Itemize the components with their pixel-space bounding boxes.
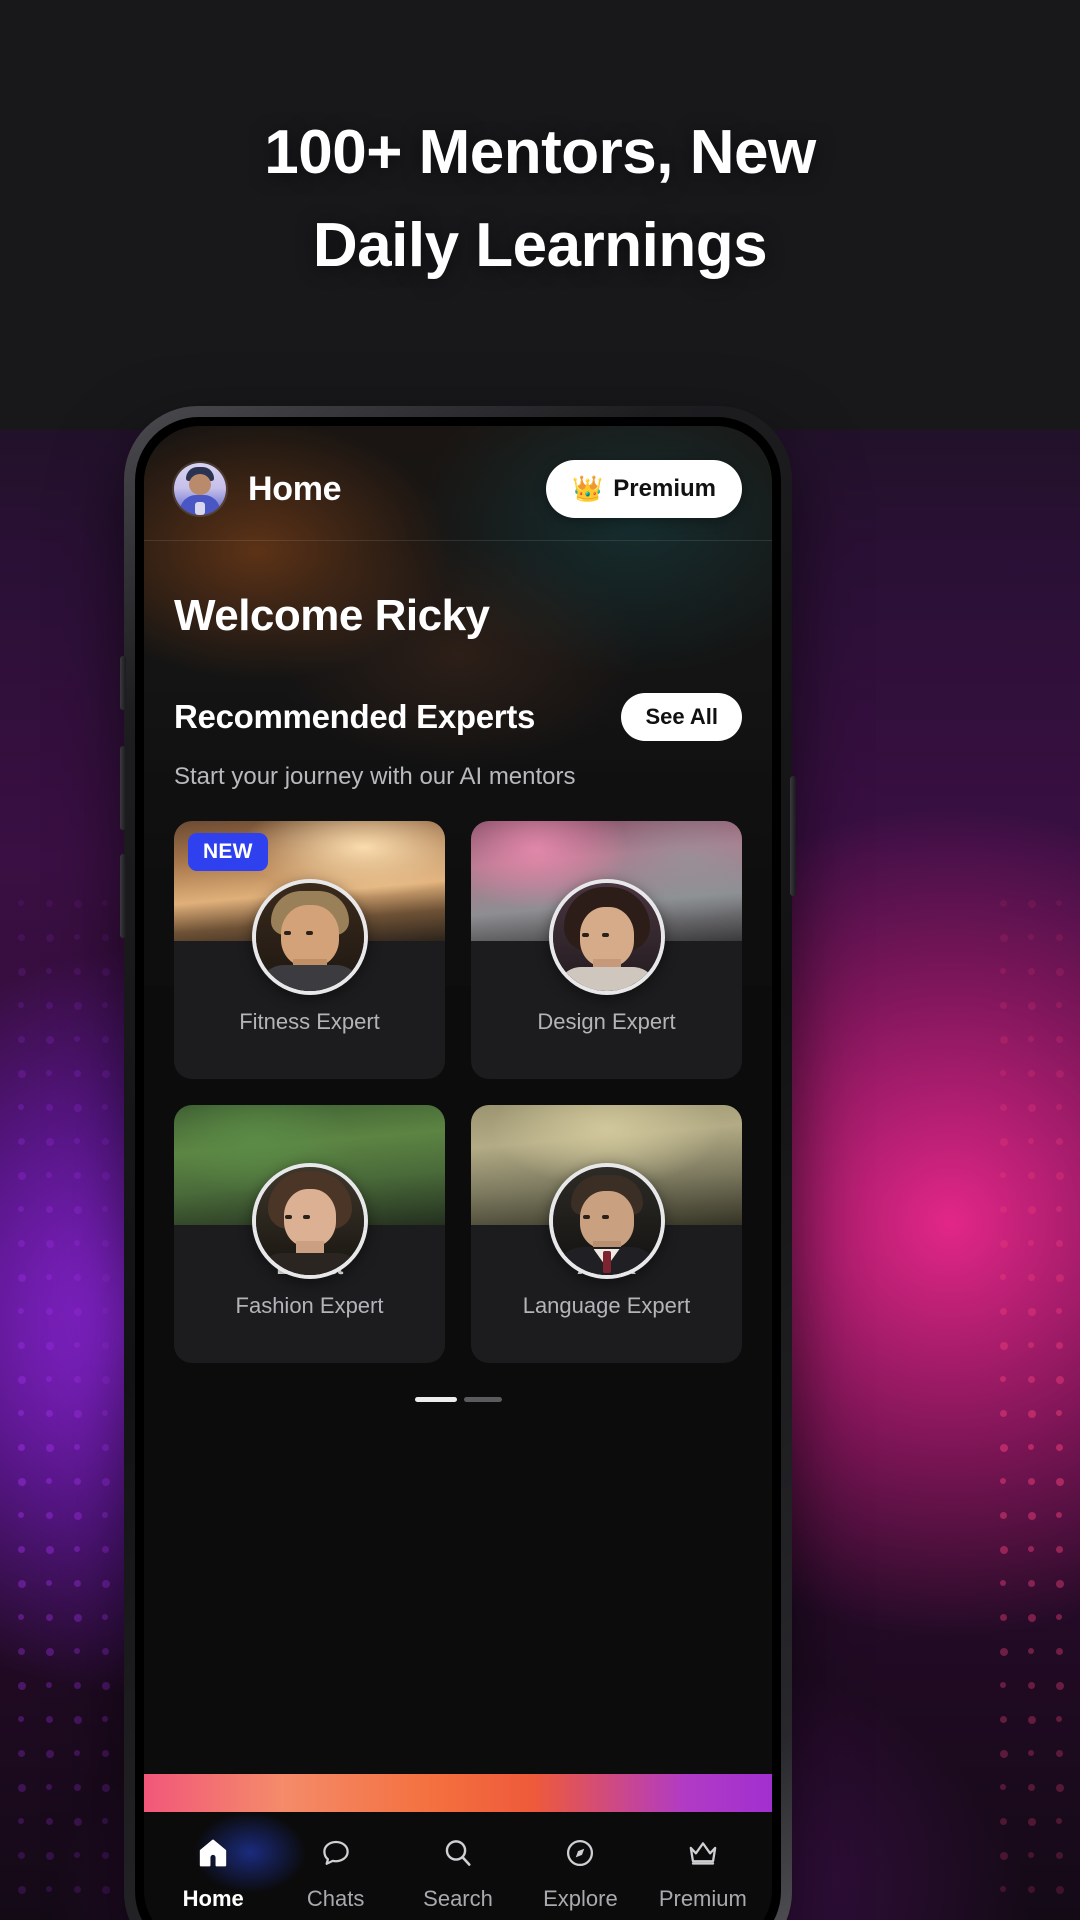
new-badge: NEW — [188, 833, 268, 871]
carousel-pagination — [174, 1397, 742, 1402]
headline-line-1: 100+ Mentors, New — [264, 118, 816, 187]
app-content: Welcome Ricky Recommended Experts See Al… — [144, 541, 772, 1774]
page-title: Home — [248, 469, 342, 508]
tab-label: Home — [182, 1886, 244, 1911]
promo-headline: 100+ Mentors, New Daily Learnings — [0, 106, 1080, 292]
phone-power-button — [790, 776, 796, 896]
premium-button[interactable]: 👑 Premium — [546, 460, 742, 518]
phone-volume-up-button — [120, 746, 126, 830]
expert-role: Language Expert — [522, 1293, 691, 1318]
crown-icon — [684, 1834, 722, 1872]
section-title: Recommended Experts — [174, 698, 536, 735]
phone-mockup: Home 👑 Premium Welcome Ricky Recommended… — [120, 406, 796, 1920]
tab-explore[interactable]: Explore — [519, 1834, 641, 1912]
tab-label: Search — [423, 1886, 493, 1911]
expert-avatar — [548, 1163, 665, 1279]
avatar-art — [552, 883, 661, 991]
expert-role: Fitness Expert — [239, 1009, 380, 1034]
tab-label: Chats — [306, 1886, 365, 1911]
headline-line-2: Daily Learnings — [312, 211, 768, 280]
welcome-heading: Welcome Ricky — [174, 591, 490, 640]
avatar-art — [255, 1167, 364, 1275]
see-all-button[interactable]: See All — [621, 693, 742, 741]
home-icon — [194, 1834, 232, 1872]
expert-avatar — [251, 879, 368, 995]
search-icon — [439, 1834, 477, 1872]
tab-label: Explore — [543, 1886, 618, 1911]
tab-search[interactable]: Search — [397, 1834, 519, 1912]
phone-volume-down-button — [120, 854, 126, 938]
phone-bezel: Home 👑 Premium Welcome Ricky Recommended… — [135, 417, 781, 1920]
pagination-dot[interactable] — [463, 1397, 502, 1402]
pagination-dot-active[interactable] — [414, 1397, 457, 1402]
gradient-divider — [144, 1774, 772, 1812]
bottom-navigation: Home Chats Search Explore Premium — [144, 1806, 772, 1920]
expert-card[interactable]: Eva Design Expert — [471, 821, 742, 1079]
tab-home[interactable]: Home — [152, 1834, 274, 1912]
app-header: Home 👑 Premium — [144, 426, 772, 541]
crown-icon: 👑 — [572, 474, 604, 503]
expert-avatar — [251, 1163, 368, 1279]
expert-avatar — [548, 879, 665, 995]
expert-card[interactable]: Luna Fashion Expert — [174, 1105, 445, 1363]
app-root: Home 👑 Premium Welcome Ricky Recommended… — [144, 426, 772, 1920]
chat-icon — [317, 1834, 355, 1872]
section-subtitle: Start your journey with our AI mentors — [174, 763, 576, 790]
section-header: Recommended Experts See All — [174, 693, 742, 741]
avatar-art — [255, 883, 364, 991]
avatar-art — [552, 1167, 661, 1275]
expert-role: Design Expert — [537, 1009, 676, 1034]
user-avatar[interactable] — [174, 463, 226, 515]
compass-icon — [561, 1834, 599, 1872]
expert-role: Fashion Expert — [235, 1293, 384, 1318]
tab-chats[interactable]: Chats — [274, 1834, 396, 1912]
expert-card[interactable]: NEW Fitness Expert — [174, 821, 445, 1079]
phone-screen: Home 👑 Premium Welcome Ricky Recommended… — [144, 426, 772, 1920]
tab-premium[interactable]: Premium — [642, 1834, 764, 1912]
phone-mute-switch — [120, 656, 126, 710]
expert-card[interactable]: Alex Language Expert — [471, 1105, 742, 1363]
premium-button-label: Premium — [613, 475, 716, 502]
tab-label: Premium — [658, 1886, 747, 1911]
experts-grid: NEW Fitness Expert Design Expert Fashion… — [174, 821, 742, 1363]
